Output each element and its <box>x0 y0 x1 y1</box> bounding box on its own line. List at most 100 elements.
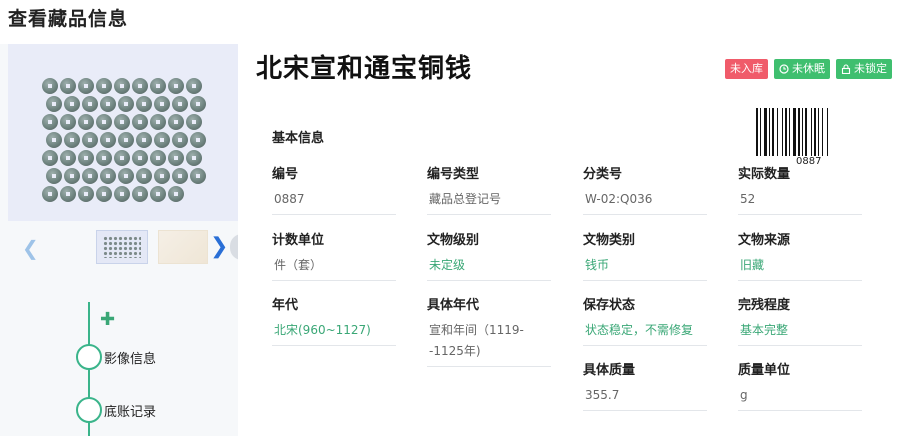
chevron-left-icon[interactable]: ❮ <box>22 236 39 260</box>
coin-shape <box>100 168 116 184</box>
timeline-item-ledger[interactable]: 底账记录 <box>76 397 216 423</box>
badge-label: 未休眠 <box>792 62 825 75</box>
field-divider <box>272 280 396 281</box>
coin-shape <box>136 132 152 148</box>
info-field: 编号类型 藏品总登记号 <box>427 163 551 215</box>
coin-shape <box>168 78 184 94</box>
chevron-right-icon[interactable]: ❯ <box>210 234 228 259</box>
field-divider <box>427 280 551 281</box>
info-field: 编号 0887 <box>272 163 396 215</box>
coin-shape <box>172 132 188 148</box>
timeline-node-icon <box>76 344 102 370</box>
coin-shape <box>150 150 166 166</box>
coin-shape <box>96 78 112 94</box>
coin-shape <box>64 168 80 184</box>
coin-shape <box>78 186 94 202</box>
field-label: 质量单位 <box>738 363 791 378</box>
field-value: 宣和年间（1119--1125年) <box>429 323 524 358</box>
barcode-bar <box>777 108 778 156</box>
field-label: 具体年代 <box>427 298 480 313</box>
coin-shape <box>42 114 58 130</box>
barcode-bar <box>805 108 807 156</box>
info-field: 年代 北宋(960~1127) <box>272 294 396 346</box>
coin-shape <box>172 168 188 184</box>
field-divider <box>738 345 862 346</box>
barcode-bar <box>764 108 767 156</box>
barcode-bar <box>785 108 787 156</box>
coin-shape <box>46 132 62 148</box>
info-field: 质量单位 g <box>738 359 862 411</box>
field-label: 文物级别 <box>427 233 480 248</box>
thumbnail-1[interactable] <box>96 230 148 264</box>
status-badge-not-locked: 未锁定 <box>836 59 892 79</box>
field-label: 文物类别 <box>583 233 636 248</box>
info-field: 具体质量 355.7 <box>583 359 707 411</box>
badge-label: 未入库 <box>730 62 763 75</box>
coin-shape <box>154 96 170 112</box>
plus-icon[interactable]: ✚ <box>100 309 115 330</box>
field-label: 年代 <box>272 298 299 313</box>
barcode-bar <box>772 108 774 156</box>
main-photo[interactable] <box>8 44 238 221</box>
coin-shape <box>150 78 166 94</box>
coin-shape <box>78 114 94 130</box>
info-field: 计数单位 件（套） <box>272 229 396 281</box>
coin-shape <box>96 114 112 130</box>
coin-shape <box>82 96 98 112</box>
field-label: 实际数量 <box>738 167 791 182</box>
coin-shape <box>42 78 58 94</box>
timeline-item-label: 影像信息 <box>104 352 157 367</box>
field-value: 旧藏 <box>740 258 765 272</box>
field-value: 藏品总登记号 <box>429 192 502 206</box>
field-divider <box>427 366 551 367</box>
status-badge-not-dormant: 未休眠 <box>774 59 830 79</box>
coin-shape <box>172 96 188 112</box>
barcode-bar <box>798 108 800 156</box>
field-label: 完残程度 <box>738 298 791 313</box>
coin-shape <box>64 96 80 112</box>
info-field: 文物类别 钱币 <box>583 229 707 281</box>
coin-shape <box>64 132 80 148</box>
field-divider <box>583 280 707 281</box>
barcode-bar <box>782 108 783 156</box>
coin-shape <box>60 114 76 130</box>
info-field: 具体年代宣和年间（1119--1125年) <box>427 294 551 367</box>
barcode-bar <box>818 108 819 156</box>
field-value: 状态稳定，不需修复 <box>585 323 694 337</box>
coin-shape <box>60 150 76 166</box>
thumbnail-strip: ❮ ❯ <box>8 228 242 266</box>
field-divider <box>738 214 862 215</box>
info-field: 实际数量 52 <box>738 163 862 215</box>
field-divider <box>583 214 707 215</box>
coin-shape <box>42 150 58 166</box>
coin-shape <box>60 186 76 202</box>
coin-shape <box>186 114 202 130</box>
field-divider <box>272 345 396 346</box>
barcode-bar <box>793 108 796 156</box>
barcode-bar <box>756 108 758 156</box>
field-divider <box>583 410 707 411</box>
field-value: 355.7 <box>585 388 620 402</box>
coin-shape <box>190 96 206 112</box>
coin-shape <box>168 114 184 130</box>
item-title: 北宋宣和通宝铜钱 <box>256 54 473 84</box>
coin-shape <box>150 186 166 202</box>
timeline-item-label: 底账记录 <box>104 405 157 420</box>
left-column: ❮ ❯ ✚ 影像信息 底账记录 <box>0 44 242 436</box>
coin-shape <box>154 168 170 184</box>
field-value: 0887 <box>274 192 305 206</box>
thumbnail-2[interactable] <box>158 230 208 264</box>
page-title: 查看藏品信息 <box>8 8 129 30</box>
clock-icon <box>779 64 789 74</box>
coin-shape <box>82 168 98 184</box>
status-badge-not-stored: 未入库 <box>725 59 768 79</box>
field-value: 未定级 <box>429 258 466 272</box>
coin-shape <box>186 78 202 94</box>
coin-shape <box>168 150 184 166</box>
timeline-item-images[interactable]: 影像信息 <box>76 344 216 370</box>
timeline-node-icon <box>76 397 102 423</box>
info-field: 文物级别 未定级 <box>427 229 551 281</box>
coin-shape <box>114 150 130 166</box>
barcode-bar <box>769 108 770 156</box>
field-value: 钱币 <box>585 258 610 272</box>
